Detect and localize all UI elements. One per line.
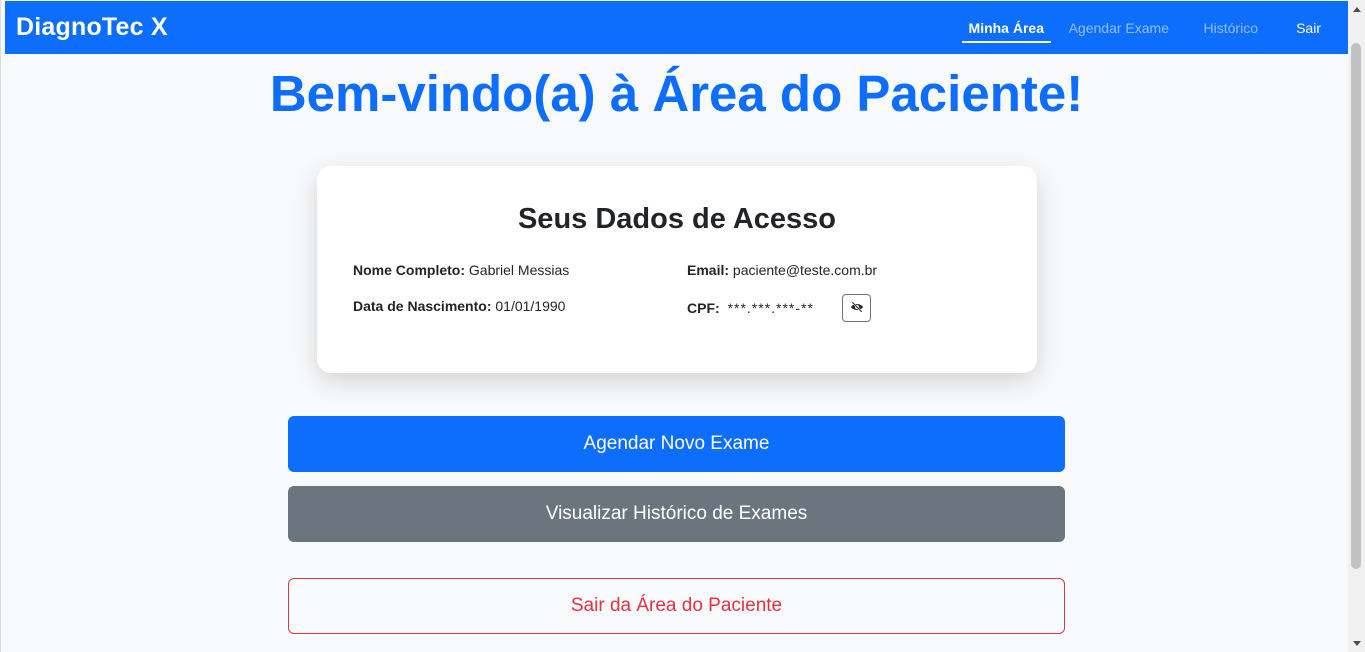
birth-date-label: Data de Nascimento:: [353, 298, 492, 314]
scroll-thumb[interactable]: [1351, 43, 1361, 569]
logout-patient-area-button[interactable]: Sair da Área do Paciente: [288, 578, 1065, 634]
toggle-cpf-visibility-button[interactable]: [842, 294, 871, 322]
page-title: Bem-vindo(a) à Área do Paciente!: [269, 65, 1084, 122]
full-name-field: Nome Completo: Gabriel Messias: [353, 262, 569, 278]
view-history-button[interactable]: Visualizar Histórico de Exames: [288, 486, 1065, 542]
email-field: Email: paciente@teste.com.br: [687, 262, 877, 278]
card-title: Seus Dados de Acesso: [517, 203, 837, 235]
scroll-up-arrow-icon[interactable]: [1348, 0, 1365, 17]
email-value: paciente@teste.com.br: [732, 262, 878, 278]
scroll-down-arrow-icon[interactable]: [1348, 635, 1365, 652]
nav-agendar-exame[interactable]: Agendar Exame: [1069, 20, 1169, 36]
vertical-scrollbar[interactable]: [1348, 0, 1365, 652]
schedule-exam-button[interactable]: Agendar Novo Exame: [288, 416, 1065, 472]
cpf-label: CPF:: [687, 300, 720, 316]
birth-date-value: 01/01/1990: [495, 298, 566, 314]
brand-logo[interactable]: DiagnoTec X: [16, 13, 168, 42]
top-navbar: DiagnoTec X Minha Área Agendar Exame His…: [5, 1, 1348, 54]
access-data-card: Seus Dados de Acesso Nome Completo: Gabr…: [317, 166, 1037, 373]
full-name-label: Nome Completo:: [353, 262, 465, 278]
cpf-field: CPF: ***.***.***-**: [687, 300, 814, 316]
full-name-value: Gabriel Messias: [468, 262, 570, 278]
email-label: Email:: [687, 262, 730, 278]
nav-historico[interactable]: Histórico: [1204, 20, 1258, 36]
birth-date-field: Data de Nascimento: 01/01/1990: [353, 298, 565, 314]
nav-minha-area[interactable]: Minha Área: [961, 20, 1052, 43]
cpf-value: ***.***.***-**: [727, 300, 814, 316]
eye-slash-icon: [850, 301, 864, 316]
page-viewport: DiagnoTec X Minha Área Agendar Exame His…: [0, 0, 1365, 652]
nav-sair[interactable]: Sair: [1296, 20, 1321, 36]
